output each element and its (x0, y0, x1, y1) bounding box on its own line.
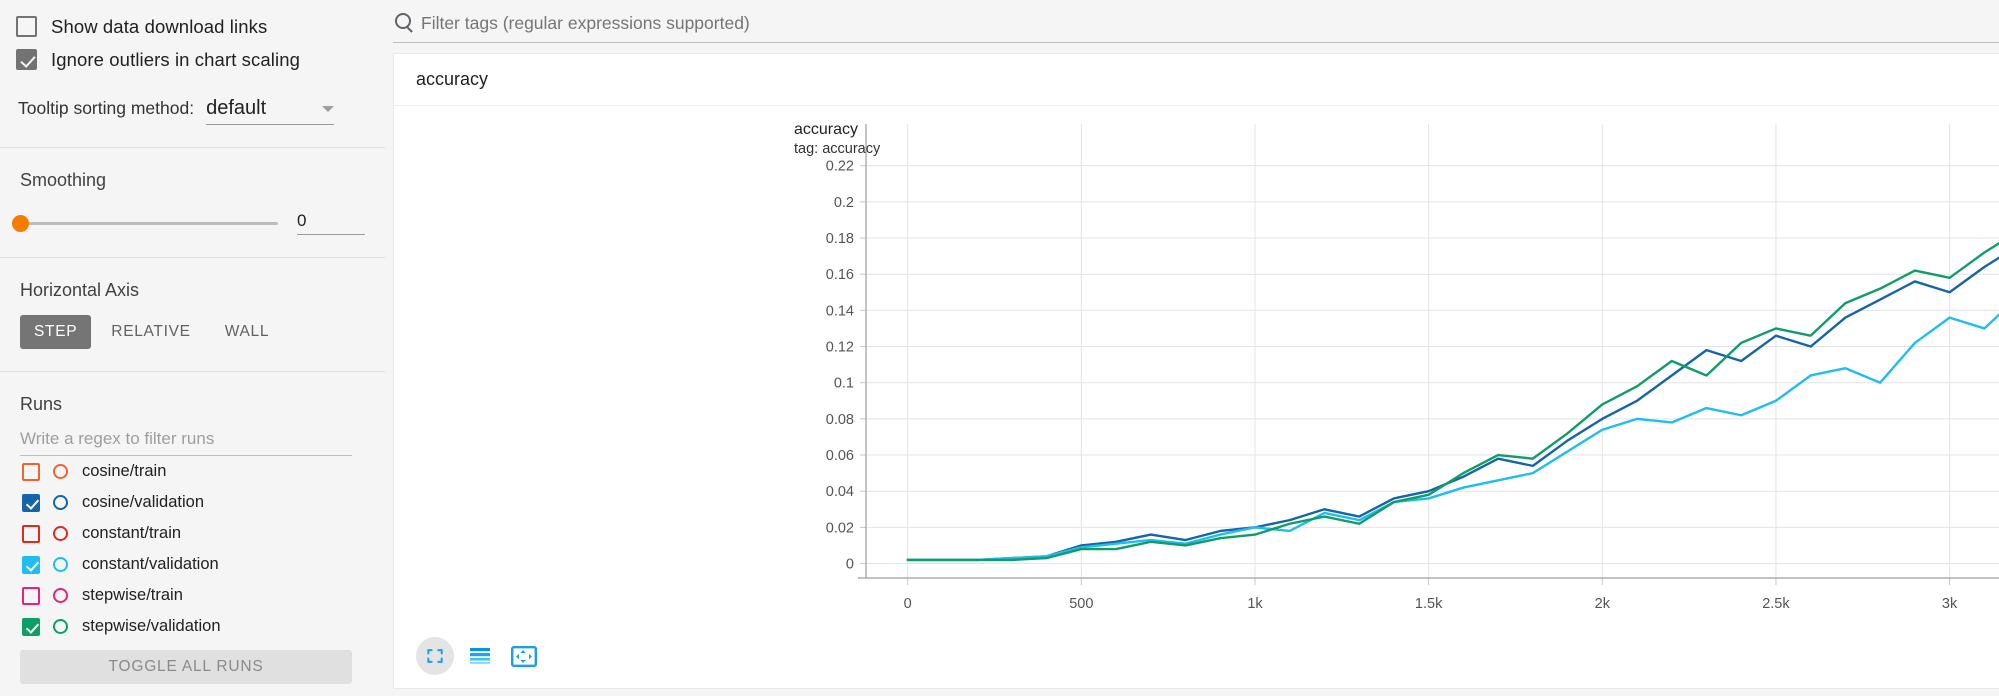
card-header[interactable]: accuracy (394, 54, 1999, 106)
horizontal-axis-title: Horizontal Axis (14, 258, 371, 301)
y-axis-tick-label: 0.18 (826, 231, 854, 247)
run-row[interactable]: cosine/train (14, 456, 371, 487)
smoothing-slider[interactable] (20, 222, 278, 225)
run-color-circle-icon[interactable] (53, 588, 68, 603)
y-axis-tick-label: 0.2 (834, 195, 854, 211)
run-checkbox[interactable] (22, 525, 40, 543)
chart-area: accuracy tag: accuracy 00.020.040.060.08… (394, 106, 1999, 689)
run-row[interactable]: constant/validation (14, 549, 371, 580)
accuracy-card: accuracy accuracy tag: accuracy 00.020.0… (393, 53, 1999, 689)
y-axis-tick-label: 0.16 (826, 267, 854, 283)
tooltip-sorting-method-value: default (206, 97, 266, 120)
chart-svg: 0 0.02 0.04 0.06 0.08 0.1 0.12 0.14 0.16 0.18 0.2 0… (394, 106, 1999, 689)
main-panel: Filter tags (regular expressions support… (385, 0, 1999, 696)
y-axis-tick-label: 0.1 (834, 376, 854, 392)
fit-domain-icon[interactable] (510, 642, 538, 670)
chart-controls (416, 637, 554, 675)
tensorboard-scalars-page: Show data download links Ignore outliers… (0, 0, 1999, 696)
runs-list: cosine/train cosine/validation constant/tr… (14, 456, 371, 642)
card-title: accuracy (416, 69, 488, 90)
run-color-circle-icon[interactable] (53, 557, 68, 572)
ignore-outliers-checkbox-box[interactable] (16, 49, 37, 70)
runs-filter-input[interactable]: Write a regex to filter runs (20, 429, 352, 456)
y-axis-tick-label: 0 (846, 557, 854, 573)
horizontal-axis-buttons: STEP RELATIVE WALL (14, 301, 371, 349)
search-icon (393, 12, 415, 34)
y-axis-tick-label: 0.12 (826, 340, 854, 356)
y-axis-tick-label: 0.02 (826, 520, 854, 536)
run-color-circle-icon[interactable] (53, 495, 68, 510)
run-label: constant/train (82, 524, 181, 543)
runs-title: Runs (14, 372, 371, 415)
filter-tags-placeholder: Filter tags (regular expressions support… (421, 13, 750, 34)
x-axis-tick-label: 1.5k (1415, 596, 1443, 612)
y-axis-tick-label: 0.06 (826, 448, 854, 464)
show-data-download-links-label: Show data download links (51, 16, 267, 38)
checkbox-show-data-download-links[interactable]: Show data download links (16, 10, 371, 43)
x-axis-tick-label: 2.5k (1762, 596, 1790, 612)
axis-button-wall[interactable]: WALL (211, 315, 283, 349)
smoothing-value-input[interactable]: 0 (297, 211, 365, 235)
run-label: cosine/validation (82, 493, 204, 512)
run-row[interactable]: constant/train (14, 518, 371, 549)
x-axis-tick-label: 0 (904, 596, 912, 612)
run-row[interactable]: cosine/validation (14, 487, 371, 518)
filter-tags-bar: Filter tags (regular expressions support… (385, 0, 1999, 47)
smoothing-title: Smoothing (14, 148, 371, 191)
line-chart-plot[interactable]: 0 0.02 0.04 0.06 0.08 0.1 0.12 0.14 0.16 0.18 0.2 0… (394, 106, 1999, 689)
x-axis-tick-label: 2k (1595, 596, 1611, 612)
axis-button-relative[interactable]: RELATIVE (97, 315, 204, 349)
y-axis-tick-label: 0.22 (826, 159, 854, 175)
run-color-circle-icon[interactable] (53, 526, 68, 541)
filter-tags-input[interactable]: Filter tags (regular expressions support… (393, 5, 1999, 43)
tooltip-sorting-method-label: Tooltip sorting method: (18, 98, 194, 125)
chart-line-cosine-validation (908, 166, 1999, 560)
runs-filter-placeholder: Write a regex to filter runs (20, 429, 214, 448)
fullscreen-icon[interactable] (416, 637, 454, 675)
run-color-circle-icon[interactable] (53, 464, 68, 479)
run-color-circle-icon[interactable] (53, 619, 68, 634)
run-label: constant/validation (82, 555, 219, 574)
checkbox-ignore-outliers[interactable]: Ignore outliers in chart scaling (16, 43, 371, 76)
sidebar: Show data download links Ignore outliers… (0, 0, 385, 696)
y-axis-tick-label: 0.08 (826, 412, 854, 428)
run-checkbox[interactable] (22, 618, 40, 636)
x-axis-tick-label: 3k (1942, 596, 1958, 612)
run-label: stepwise/train (82, 586, 183, 605)
smoothing-slider-knob[interactable] (12, 215, 29, 232)
chart-line-constant-validation (908, 202, 1999, 560)
y-axis-tick-label: 0.04 (826, 484, 854, 500)
tooltip-sorting-method-row: Tooltip sorting method: default (14, 97, 371, 125)
run-checkbox[interactable] (22, 587, 40, 605)
ignore-outliers-label: Ignore outliers in chart scaling (51, 49, 300, 71)
axis-button-step[interactable]: STEP (20, 315, 91, 349)
run-label: cosine/train (82, 462, 166, 481)
chevron-down-icon (322, 106, 334, 112)
show-data-download-links-checkbox-box[interactable] (16, 16, 37, 37)
x-axis-tick-label: 1k (1247, 596, 1263, 612)
x-axis-tick-label: 500 (1069, 596, 1093, 612)
y-axis-tick-label: 0.14 (826, 303, 854, 319)
run-row[interactable]: stepwise/train (14, 580, 371, 611)
run-row[interactable]: stepwise/validation (14, 611, 371, 642)
smoothing-row: 0 (14, 191, 371, 235)
smoothing-value: 0 (297, 211, 306, 230)
toggle-all-runs-button[interactable]: TOGGLE ALL RUNS (20, 650, 352, 684)
run-checkbox[interactable] (22, 556, 40, 574)
data-series-icon[interactable] (466, 642, 494, 670)
run-checkbox[interactable] (22, 494, 40, 512)
run-checkbox[interactable] (22, 463, 40, 481)
run-label: stepwise/validation (82, 617, 221, 636)
tooltip-sorting-method-select[interactable]: default (206, 97, 334, 125)
